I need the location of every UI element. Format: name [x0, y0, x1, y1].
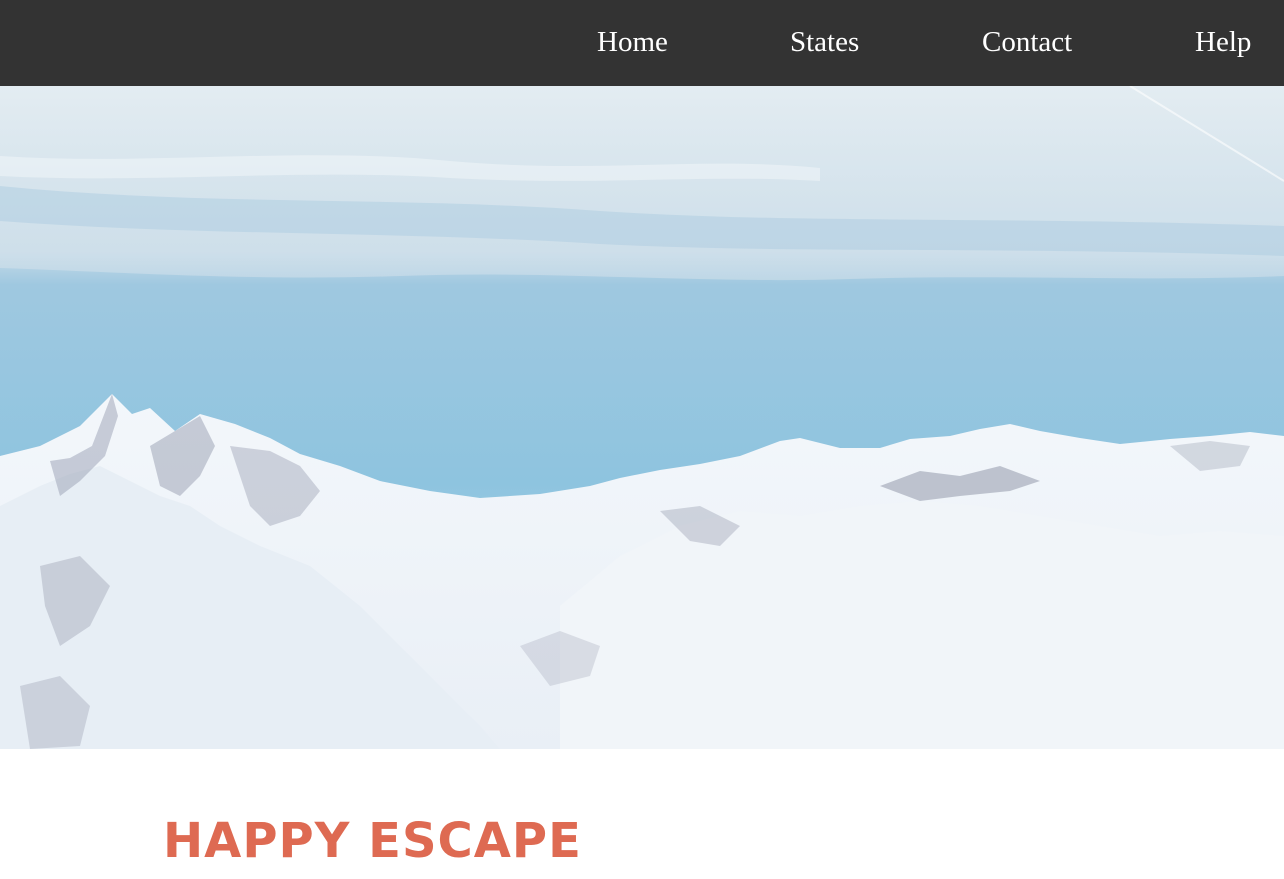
page-headline: HAPPY ESCAPE	[163, 813, 582, 869]
nav-link-help[interactable]: Help	[1195, 24, 1251, 60]
top-navbar: Home States Contact Help	[0, 0, 1284, 86]
hero-mountain-image	[0, 86, 1284, 749]
main-content: HAPPY ESCAPE	[0, 749, 1284, 879]
nav-link-home[interactable]: Home	[597, 24, 668, 60]
nav-link-states[interactable]: States	[790, 24, 859, 60]
hero-banner	[0, 86, 1284, 749]
nav-link-contact[interactable]: Contact	[982, 24, 1072, 60]
